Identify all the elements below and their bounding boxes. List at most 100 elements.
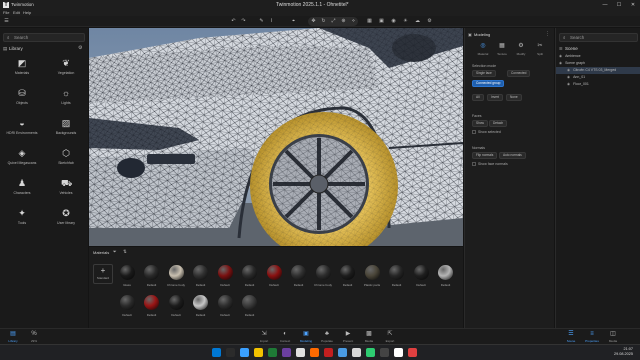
- library-search-input[interactable]: ⌕ Search: [3, 33, 85, 42]
- visibility-eye-icon[interactable]: ◉: [567, 82, 570, 86]
- material-swatch-item[interactable]: Default: [435, 263, 457, 291]
- hamburger-menu-icon[interactable]: ☰: [3, 18, 10, 25]
- view-icon[interactable]: ◉: [390, 18, 397, 25]
- add-material-button[interactable]: + Standard: [93, 264, 113, 284]
- material-swatch-item[interactable]: Default: [190, 293, 212, 321]
- minimize-button[interactable]: —: [598, 1, 612, 9]
- taskbar-app-icon[interactable]: [296, 348, 305, 357]
- material-swatch-item[interactable]: Chrome body: [312, 263, 334, 291]
- scene-tree-row[interactable]: ◉ Citroën C4 VTS 03_Merged: [556, 67, 640, 74]
- library-item[interactable]: ▨ Backgrounds: [44, 118, 88, 148]
- show-selected-checkbox[interactable]: [472, 130, 476, 134]
- auto-normals-button[interactable]: Auto normals: [499, 152, 526, 159]
- close-button[interactable]: ✕: [626, 1, 640, 9]
- library-item[interactable]: ⬡ Sketchfab: [44, 148, 88, 178]
- select-all-button[interactable]: All: [472, 94, 484, 101]
- taskbar-app-icon[interactable]: [324, 348, 333, 357]
- filter-icon[interactable]: ⏷: [113, 249, 117, 254]
- material-swatch-item[interactable]: Default: [141, 293, 163, 321]
- visibility-eye-icon[interactable]: ◉: [567, 68, 570, 72]
- taskbar-app-icon[interactable]: [226, 348, 235, 357]
- library-item[interactable]: ❦ Vegetation: [44, 58, 88, 88]
- 3d-viewport[interactable]: [89, 28, 463, 246]
- library-item[interactable]: ◒ HDRI Environments: [0, 118, 44, 148]
- tab-texture[interactable]: ▦ Texture: [492, 43, 512, 56]
- mode-context[interactable]: ◐ Context: [276, 331, 294, 343]
- settings-icon[interactable]: ⚙: [426, 18, 433, 25]
- visibility-eye-icon[interactable]: ◉: [559, 54, 562, 58]
- taskbar-app-icon[interactable]: [282, 348, 291, 357]
- scene-tree-row[interactable]: ◉ Ann_01: [556, 74, 640, 81]
- mode-modeling[interactable]: ▣ Modeling: [297, 331, 315, 343]
- material-swatch-item[interactable]: Default: [214, 293, 236, 321]
- grid-icon[interactable]: ▦: [366, 18, 373, 25]
- single-face-button[interactable]: Single face: [472, 70, 496, 77]
- mode-scene[interactable]: ☰ Scene: [562, 331, 580, 343]
- taskbar-app-icon[interactable]: [268, 348, 277, 357]
- material-swatch-item[interactable]: Plastic parts: [361, 263, 383, 291]
- scale-icon[interactable]: ⤢: [330, 18, 337, 25]
- sort-icon[interactable]: ⇅: [123, 249, 127, 255]
- material-swatch-item[interactable]: Default: [141, 263, 163, 291]
- scene-tree-row[interactable]: ◉ Scene graph: [556, 60, 640, 67]
- scene-tree-row[interactable]: ◉ Floor_001: [556, 81, 640, 88]
- tab-split[interactable]: ✂ Split: [530, 43, 550, 56]
- visibility-eye-icon[interactable]: ◉: [567, 75, 570, 79]
- taskbar-app-icon[interactable]: [408, 348, 417, 357]
- material-swatch-item[interactable]: Default: [386, 263, 408, 291]
- mode-library[interactable]: ▤ Library: [4, 331, 22, 343]
- mode-populate[interactable]: ♣ Populate: [318, 331, 336, 343]
- redo-icon[interactable]: ↷: [240, 18, 247, 25]
- taskbar-app-icon[interactable]: [366, 348, 375, 357]
- material-swatch-item[interactable]: Default: [116, 293, 138, 321]
- material-swatch-item[interactable]: Default: [337, 263, 359, 291]
- mode-media[interactable]: ◫ Media: [604, 331, 622, 343]
- material-swatch-item[interactable]: Default: [410, 263, 432, 291]
- library-item[interactable]: ◈ Quixel Megascans: [0, 148, 44, 178]
- material-swatch-item[interactable]: Default: [190, 263, 212, 291]
- material-swatch-item[interactable]: Glass: [116, 263, 138, 291]
- maximize-button[interactable]: ☐: [612, 1, 626, 9]
- invert-button[interactable]: Invert: [487, 94, 503, 101]
- library-item[interactable]: ⛟ Vehicles: [44, 178, 88, 208]
- material-swatch-item[interactable]: Default: [263, 263, 285, 291]
- tab-modify[interactable]: ⚙ Modify: [511, 43, 531, 56]
- snap-icon[interactable]: ⋄: [350, 18, 357, 25]
- flip-normals-button[interactable]: Flip normals: [472, 152, 498, 159]
- taskbar-app-icon[interactable]: [394, 348, 403, 357]
- move-icon[interactable]: ✥: [310, 18, 317, 25]
- select-none-button[interactable]: None: [506, 94, 522, 101]
- material-swatch-item[interactable]: Default: [165, 293, 187, 321]
- material-swatch-item[interactable]: Default: [288, 263, 310, 291]
- connected-button[interactable]: Connected: [507, 70, 531, 77]
- mode-import[interactable]: ⇲ Import: [255, 331, 273, 343]
- library-settings-icon[interactable]: ⚙: [78, 45, 82, 51]
- scene-search-input[interactable]: ⌕ Search: [559, 33, 638, 42]
- taskbar-app-icon[interactable]: [380, 348, 389, 357]
- library-item[interactable]: ☼ Lights: [44, 88, 88, 118]
- local-axis-icon[interactable]: ⊕: [340, 18, 347, 25]
- show-button[interactable]: Show: [472, 120, 488, 127]
- library-item[interactable]: ⛁ Objects: [0, 88, 44, 118]
- taskbar-app-icon[interactable]: [338, 348, 347, 357]
- material-swatch-item[interactable]: Chrome body: [165, 263, 187, 291]
- mode-present[interactable]: ▶ Present: [339, 331, 357, 343]
- select-icon[interactable]: ⌖: [290, 18, 297, 25]
- material-swatch-item[interactable]: Default: [239, 263, 261, 291]
- taskbar-app-icon[interactable]: [240, 348, 249, 357]
- show-normals-checkbox[interactable]: [472, 162, 476, 166]
- sun-icon[interactable]: ☀: [402, 18, 409, 25]
- undo-icon[interactable]: ↶: [230, 18, 237, 25]
- paint-icon[interactable]: ✎: [258, 18, 265, 25]
- material-swatch-item[interactable]: Default: [239, 293, 261, 321]
- rotate-icon[interactable]: ↻: [320, 18, 327, 25]
- taskbar-app-icon[interactable]: [254, 348, 263, 357]
- tab-material[interactable]: ◎ Material: [473, 43, 493, 56]
- camera-icon[interactable]: ▣: [378, 18, 385, 25]
- library-item[interactable]: ✦ Tools: [0, 208, 44, 238]
- connected-group-button[interactable]: Connected group: [472, 80, 505, 87]
- mode-media[interactable]: ▩ Media: [360, 331, 378, 343]
- mode-export[interactable]: ⇱ Export: [381, 331, 399, 343]
- library-item[interactable]: ✪ User library: [44, 208, 88, 238]
- material-swatch-item[interactable]: Default: [214, 263, 236, 291]
